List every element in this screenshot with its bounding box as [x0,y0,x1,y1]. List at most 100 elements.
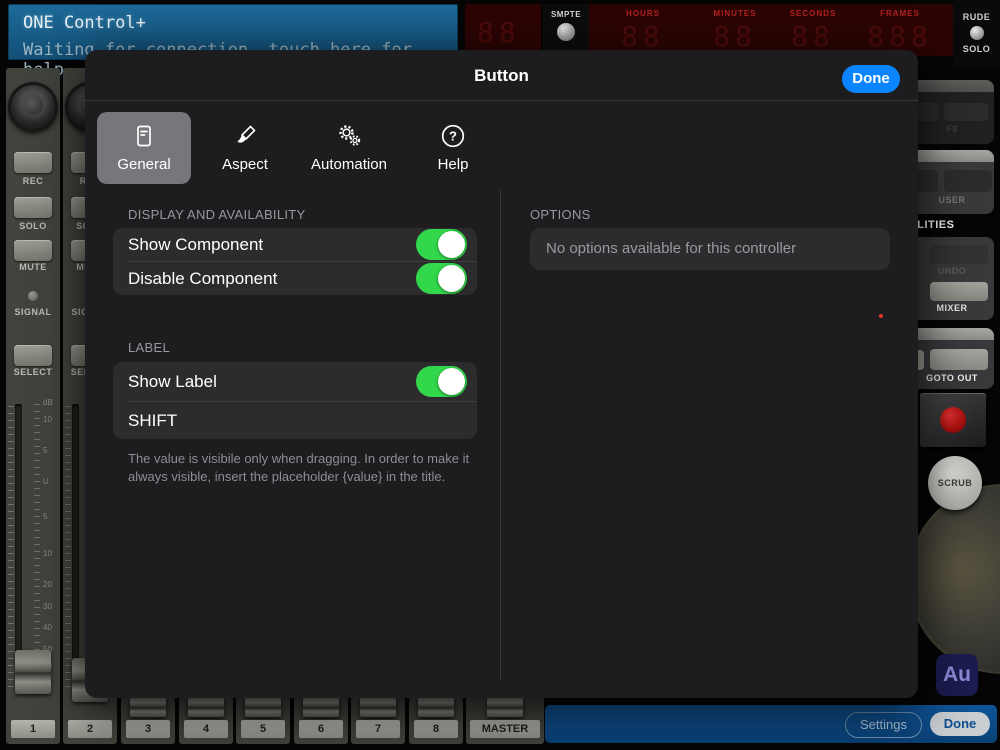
utilities-panel: UNDO MIXER [910,237,994,320]
label-section-header: LABEL [128,340,170,355]
channel-number-plate: MASTER [470,720,540,738]
solo-label: SOLO [962,44,991,54]
goto-out-label: GOTO OUT [926,373,978,383]
paintbrush-icon [232,123,258,149]
audition-logo: Au [936,654,978,696]
panel-header-strip [910,150,994,162]
row-label: Show Label [128,371,217,391]
panel-header-strip [910,328,994,340]
mixer-button[interactable] [930,282,988,301]
signal-label: SIGNAL [14,307,52,317]
header-divider [85,100,918,101]
fader-handle[interactable] [130,697,166,717]
fader-handle[interactable] [418,697,454,717]
done-button[interactable]: Done [930,712,990,736]
help-icon: ? [440,123,466,149]
fader-track[interactable] [72,404,79,692]
fkey-panel: F8 [910,80,994,144]
user-label: USER [938,195,966,205]
display-settings-group: Show Component Disable Component [113,228,477,295]
channel-number-plate: 8 [414,720,458,738]
disable-component-toggle[interactable] [416,263,467,294]
settings-button[interactable]: Settings [845,712,922,738]
channel-strip-1: REC SOLO MUTE SIGNAL SELECT dB 10 5 U 5 … [6,68,60,744]
undo-label: UNDO [937,266,967,276]
channel-strip-4: 4 [179,697,233,744]
fkey-button[interactable] [944,103,988,121]
tab-label: Help [437,156,469,173]
rec-label: REC [22,176,44,186]
tab-general[interactable]: General [97,112,191,184]
undo-button[interactable] [930,245,988,264]
mute-label: MUTE [19,262,47,272]
goto-out-button[interactable] [930,349,988,370]
modal-done-button[interactable]: Done [842,65,900,93]
options-section-header: OPTIONS [530,207,591,222]
fader-handle[interactable] [360,697,396,717]
svg-text:?: ? [449,129,457,144]
pane-divider [500,190,501,680]
modal-title: Button [474,66,529,85]
bottom-action-bar: Settings Done [545,705,997,743]
label-settings-group: Show Label SHIFT [113,362,477,439]
tab-automation[interactable]: Automation [299,112,399,184]
channel-strip-8: 8 [409,697,463,744]
channel-strip-7: 7 [351,697,405,744]
row-label: Disable Component [128,268,278,288]
fader-ticks [65,406,71,690]
solo-button[interactable] [14,197,52,218]
gears-icon [336,123,362,149]
scale-mark: 10 [43,415,52,424]
jog-wheel[interactable] [908,484,1000,674]
scale-mark: 5 [43,446,48,455]
fkey-button[interactable] [918,103,938,121]
options-empty-message: No options available for this controller [530,228,890,270]
user-button[interactable] [944,170,992,192]
solo-label: SOLO [19,221,47,231]
channel-strip-3: 3 [121,697,175,744]
tab-help[interactable]: ? Help [403,112,503,184]
rude-solo-led [969,26,984,40]
user-button[interactable] [916,170,938,192]
timecode-minutes: MINUTES 88 [695,4,775,53]
tab-aspect[interactable]: Aspect [195,112,295,184]
show-label-toggle[interactable] [416,366,467,397]
select-label: SELECT [13,367,53,377]
timecode-display-left: 88 [465,4,541,56]
fader-handle[interactable] [487,697,523,717]
smpte-indicator: SMPTE [543,4,589,56]
mute-button[interactable] [14,240,52,261]
show-component-toggle[interactable] [416,229,467,260]
timecode-frames: FRAMES 888 [851,4,949,53]
rec-button[interactable] [14,152,52,173]
fader-handle[interactable] [188,697,224,717]
channel-number-plate: 1 [11,720,55,738]
channel-number-plate: 5 [241,720,285,738]
scale-mark: U [43,477,49,486]
scale-ticks [34,404,40,692]
fader-handle[interactable] [303,697,339,717]
display-section-header: DISPLAY AND AVAILABILITY [128,207,306,222]
smpte-label: SMPTE [550,10,582,19]
fader-track[interactable] [15,404,22,692]
fkey-label: F8 [946,124,958,134]
row-label: Show Component [128,234,264,254]
channel-number-plate: 4 [184,720,228,738]
scale-mark: 5 [43,512,48,521]
pan-knob[interactable] [8,82,58,132]
select-button[interactable] [14,345,52,366]
label-text-field[interactable]: SHIFT [113,402,477,439]
channel-strip-6: 6 [294,697,348,744]
scrub-button[interactable]: SCRUB [928,456,982,510]
tab-label: General [117,156,171,173]
channel-strip-5: 5 [236,697,290,744]
scale-mark: 10 [43,549,52,558]
panel-header-strip [910,80,994,92]
fader-handle[interactable] [15,650,51,694]
fader-handle[interactable] [245,697,281,717]
button-settings-modal: Button Done General Aspect Automation ? … [85,50,918,698]
record-button[interactable] [920,393,986,447]
document-icon [131,123,157,149]
settings-row: Disable Component [113,262,477,295]
timecode-display: HOURS 88 MINUTES 88 SECONDS 88 FRAMES 88… [589,4,953,56]
